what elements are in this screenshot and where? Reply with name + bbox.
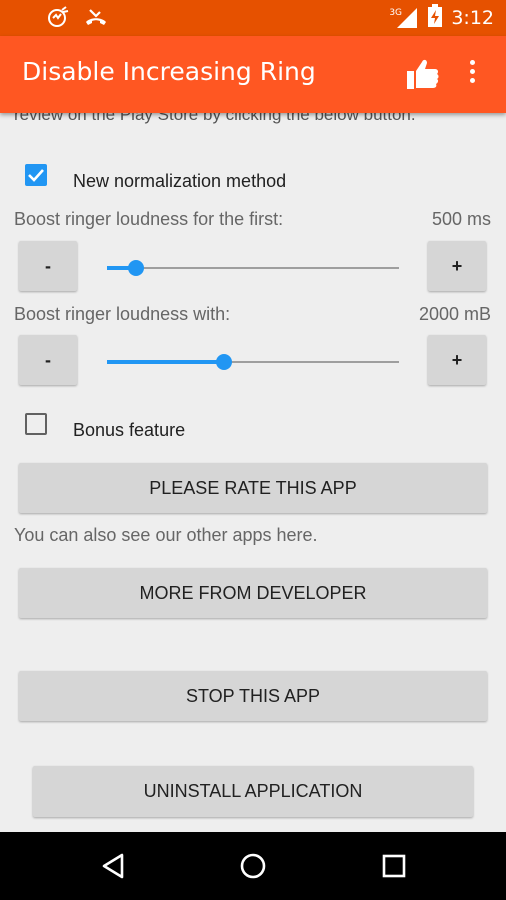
thumbs-up-icon[interactable] <box>404 56 440 96</box>
check-icon <box>28 169 44 182</box>
back-icon[interactable] <box>100 852 126 884</box>
boost-with-minus-button[interactable]: - <box>19 335 77 385</box>
rate-app-button[interactable]: PLEASE RATE THIS APP <box>19 463 487 513</box>
main-content: review on the Play Store by clicking the… <box>0 113 506 832</box>
slider-thumb[interactable] <box>128 260 144 276</box>
normalization-checkbox[interactable] <box>25 164 47 186</box>
app-bar: Disable Increasing Ring <box>0 36 506 113</box>
home-icon[interactable] <box>239 852 267 884</box>
uninstall-application-button[interactable]: UNINSTALL APPLICATION <box>33 766 473 817</box>
stop-app-button[interactable]: STOP THIS APP <box>19 671 487 721</box>
navigation-bar <box>0 832 506 900</box>
boost-first-minus-button[interactable]: - <box>19 241 77 291</box>
overflow-menu-icon[interactable] <box>460 60 484 90</box>
boost-with-value: 2000 mB <box>418 304 491 324</box>
bonus-feature-checkbox[interactable] <box>25 413 47 435</box>
signal-icon: 3G <box>389 6 419 30</box>
boost-first-label: Boost ringer loudness for the first: <box>14 209 284 229</box>
battery-charging-icon <box>427 4 443 32</box>
slider-fill <box>107 360 224 364</box>
rate-instructions-text: review on the Play Store by clicking the… <box>14 113 416 124</box>
app-notification-icon <box>46 6 70 34</box>
more-from-developer-button[interactable]: MORE FROM DEVELOPER <box>19 568 487 618</box>
missed-call-icon <box>84 6 108 34</box>
bonus-feature-label: Bonus feature <box>73 420 186 440</box>
status-time: 3:12 <box>451 7 494 29</box>
boost-first-slider[interactable] <box>107 256 399 280</box>
boost-with-plus-button[interactable]: + <box>428 335 486 385</box>
slider-track <box>107 267 399 269</box>
boost-first-plus-button[interactable]: + <box>428 241 486 291</box>
app-title: Disable Increasing Ring <box>22 57 316 86</box>
normalization-label: New normalization method <box>73 171 287 191</box>
boost-with-label: Boost ringer loudness with: <box>14 304 231 324</box>
recents-icon[interactable] <box>381 852 407 884</box>
boost-first-value: 500 ms <box>431 209 491 229</box>
other-apps-text: You can also see our other apps here. <box>14 525 318 545</box>
slider-thumb[interactable] <box>216 354 232 370</box>
status-bar: 3G 3:12 <box>0 0 506 36</box>
boost-with-slider[interactable] <box>107 350 399 374</box>
